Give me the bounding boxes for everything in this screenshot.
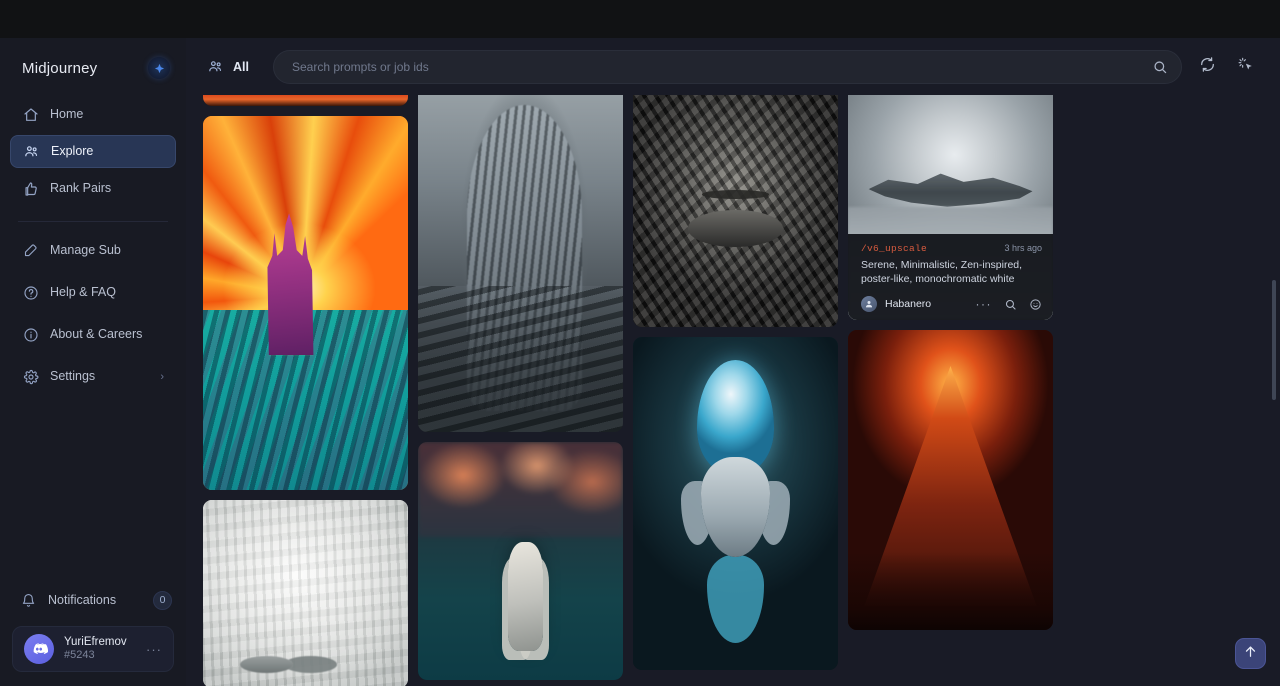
sidebar-item-explore[interactable]: Explore [10,135,176,168]
bell-icon [20,592,37,609]
top-toolbar: All [186,38,1280,95]
refresh-button[interactable] [1194,54,1220,80]
sidebar-item-settings[interactable]: Settings › [10,360,176,393]
app-shell: Midjourney Home [0,38,1280,686]
sparkle-icon [154,63,165,74]
sidebar-item-about-careers[interactable]: About & Careers [10,318,176,351]
refresh-icon [1199,56,1216,78]
edit-square-icon [22,242,39,259]
user-tag: #5243 [64,649,127,663]
sidebar-secondary-nav: Manage Sub Help & FAQ [0,234,186,397]
people-icon [23,143,40,160]
gallery-card-castle[interactable] [203,116,408,490]
sidebar-divider [18,221,168,222]
artwork-thumbnail [418,442,623,680]
user-menu-dots-icon[interactable]: ··· [146,642,162,657]
brand-row: Midjourney [0,38,186,98]
vertical-scrollbar-thumb[interactable] [1272,280,1276,400]
gallery-card-shroud[interactable] [418,84,623,432]
overlay-prompt-text: Serene, Minimalistic, Zen-inspired, post… [861,259,1042,287]
avatar [861,296,877,312]
user-identity: YuriEfremov #5243 [64,635,127,663]
gallery-column [418,84,623,686]
artwork-thumbnail [203,116,408,490]
sidebar-item-label: Manage Sub [50,244,121,257]
search-input[interactable] [273,50,1182,84]
search-icon[interactable] [1152,59,1168,75]
people-icon [207,58,224,75]
overlay-actions: ··· [976,298,1043,311]
gallery-card-astronaut[interactable] [418,442,623,680]
notifications-label: Notifications [48,593,116,607]
card-hover-overlay: /v6_upscale 3 hrs ago Serene, Minimalist… [848,234,1053,320]
sidebar-item-home[interactable]: Home [10,98,176,131]
sidebar-item-label: Explore [51,145,93,158]
filter-all-button[interactable]: All [203,54,255,79]
home-icon [22,106,39,123]
sidebar-primary-nav: Home Explore [0,98,186,209]
window-chrome-strip [0,0,1280,38]
more-dots-icon[interactable]: ··· [976,298,993,310]
artwork-thumbnail [633,337,838,670]
sparkle-cursor-icon [1237,56,1254,78]
sidebar-item-label: Rank Pairs [50,182,111,195]
gear-icon [22,368,39,385]
smiley-icon[interactable] [1029,298,1042,311]
overlay-timestamp: 3 hrs ago [1004,243,1042,253]
sidebar-item-label: About & Careers [50,328,142,341]
artwork-thumbnail [418,84,623,432]
discord-icon [30,640,48,658]
sidebar-spacer [0,397,186,584]
overlay-author-name[interactable]: Habanero [885,298,931,310]
sidebar-item-manage-sub[interactable]: Manage Sub [10,234,176,267]
app-brand-title: Midjourney [22,60,97,77]
gallery-card-lakeman[interactable]: /v6_upscale 3 hrs ago Serene, Minimalist… [848,84,1053,320]
gallery-column: /v6_upscale 3 hrs ago Serene, Minimalist… [848,84,1053,686]
sidebar-item-help-faq[interactable]: Help & FAQ [10,276,176,309]
gallery-column [633,84,838,686]
artwork-thumbnail [203,500,408,686]
artwork-thumbnail [633,84,838,327]
search-wrapper [273,50,1182,84]
gallery-card-stoneface[interactable] [633,84,838,327]
overlay-command-tag[interactable]: /v6_upscale [861,243,927,254]
user-name: YuriEfremov [64,635,127,649]
theme-toggle-button[interactable] [1232,54,1258,80]
info-circle-icon [22,326,39,343]
gallery-card-snowhead[interactable] [203,500,408,686]
user-avatar-icon [864,299,874,309]
chevron-right-icon: › [160,371,164,383]
question-circle-icon [22,284,39,301]
thumbs-up-icon [22,180,39,197]
overlay-footer-row: Habanero ··· [861,296,1042,312]
search-icon[interactable] [1004,298,1017,311]
arrow-up-icon [1243,644,1258,664]
sidebar: Midjourney Home [0,38,186,686]
notifications-count-badge: 0 [153,591,172,610]
sidebar-item-label: Settings [50,370,95,383]
gallery-column [203,84,408,686]
main-content: All [186,38,1280,686]
sidebar-item-rank-pairs[interactable]: Rank Pairs [10,172,176,205]
user-profile-card[interactable]: YuriEfremov #5243 ··· [12,626,174,672]
overlay-header-row: /v6_upscale 3 hrs ago [861,243,1042,254]
gallery-grid: /v6_upscale 3 hrs ago Serene, Minimalist… [203,84,1265,686]
artwork-thumbnail [848,330,1053,630]
gallery-card-robot[interactable] [633,337,838,670]
sidebar-item-label: Home [50,108,83,121]
gallery-card-pyramid[interactable] [848,330,1053,630]
brand-badge[interactable] [148,57,170,79]
scroll-to-top-button[interactable] [1235,638,1266,669]
avatar [24,634,54,664]
filter-all-label: All [233,60,249,74]
gallery-scroll-region[interactable]: /v6_upscale 3 hrs ago Serene, Minimalist… [186,84,1280,686]
sidebar-item-label: Help & FAQ [50,286,116,299]
sidebar-notifications[interactable]: Notifications 0 [20,584,172,616]
